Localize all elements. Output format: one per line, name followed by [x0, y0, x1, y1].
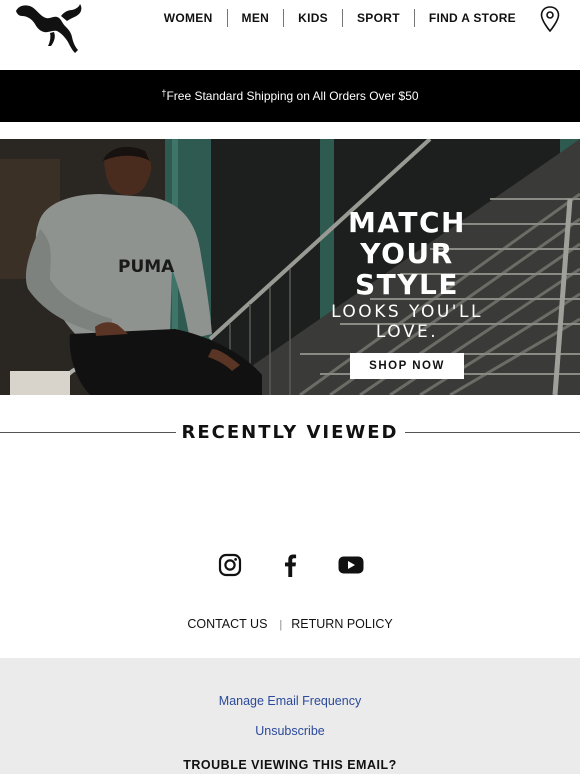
hero-subtitle: LOOKS YOU'LL LOVE. — [331, 302, 483, 342]
heading-rule-right — [404, 431, 580, 433]
hero-title-line-1: MATCH YOUR — [348, 206, 466, 270]
return-policy-link[interactable]: RETURN POLICY — [291, 617, 392, 631]
nav-sport[interactable]: SPORT — [343, 8, 414, 28]
email-footer: Manage Email Frequency Unsubscribe TROUB… — [0, 658, 580, 774]
dagger-mark: † — [161, 88, 167, 98]
main-nav: WOMEN MEN KIDS SPORT FIND A STORE — [150, 8, 530, 28]
hoodie-puma-print: PUMA — [118, 257, 175, 277]
trouble-viewing-heading: TROUBLE VIEWING THIS EMAIL? — [183, 758, 397, 772]
recently-viewed-title: RECENTLY VIEWED — [181, 421, 399, 443]
nav-kids[interactable]: KIDS — [284, 8, 342, 28]
shop-now-button[interactable]: SHOP NOW — [350, 353, 464, 379]
nav-men[interactable]: MEN — [228, 8, 284, 28]
recently-viewed-heading: RECENTLY VIEWED — [0, 419, 580, 445]
location-pin-icon[interactable] — [540, 6, 560, 32]
instagram-icon[interactable] — [218, 553, 242, 582]
footer-links: CONTACT US | RETURN POLICY — [0, 617, 580, 631]
nav-find-a-store[interactable]: FIND A STORE — [415, 8, 530, 28]
youtube-icon[interactable] — [338, 553, 364, 582]
nav-women[interactable]: WOMEN — [150, 8, 227, 28]
hero-copy: MATCH YOUR STYLE LOOKS YOU'LL LOVE. SHOP… — [300, 207, 514, 379]
contact-us-link[interactable]: CONTACT US — [187, 617, 267, 631]
link-separator: | — [279, 619, 283, 631]
unsubscribe-link[interactable]: Unsubscribe — [0, 724, 580, 738]
hero-banner[interactable]: PUMA MATCH YOUR STYLE LOOKS YOU'LL LOVE.… — [0, 139, 580, 395]
hero-title-line-2: STYLE — [354, 268, 459, 301]
social-links — [0, 553, 580, 583]
shipping-promo-text: Free Standard Shipping on All Orders Ove… — [166, 89, 419, 103]
heading-rule-left — [0, 431, 176, 433]
shipping-promo-banner[interactable]: † Free Standard Shipping on All Orders Ov… — [0, 70, 580, 122]
puma-logo-icon[interactable] — [14, 2, 84, 54]
facebook-icon[interactable] — [282, 553, 298, 582]
manage-email-frequency-link[interactable]: Manage Email Frequency — [0, 694, 580, 708]
header: WOMEN MEN KIDS SPORT FIND A STORE — [0, 0, 580, 70]
